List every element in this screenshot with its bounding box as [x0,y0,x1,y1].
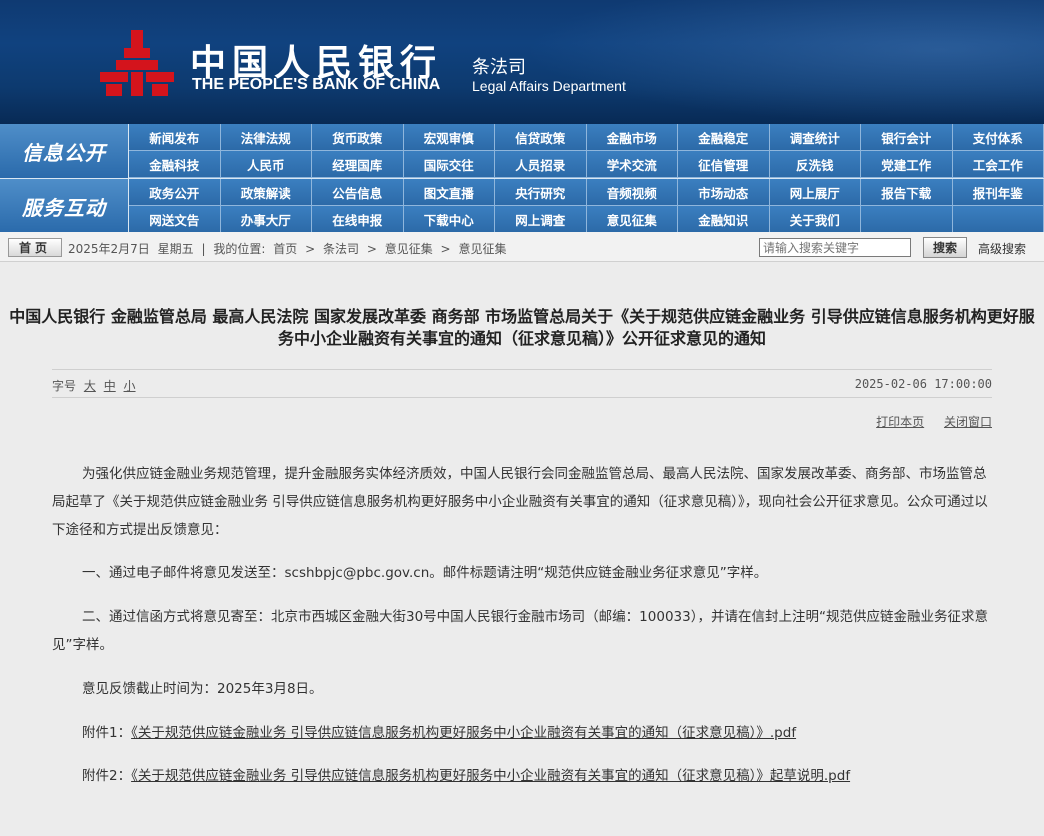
nav-item-service-10[interactable]: 网送文告 [129,206,221,233]
crumb-home[interactable]: 首页 [273,242,297,256]
nav-item-service-6[interactable]: 市场动态 [678,179,770,206]
nav-item-info-8[interactable]: 银行会计 [861,124,953,151]
bank-name-en: THE PEOPLE'S BANK OF CHINA [192,76,441,93]
nav-item-service-12[interactable]: 在线申报 [312,206,404,233]
nav-item-info-4[interactable]: 信贷政策 [495,124,587,151]
nav-item-info-11[interactable]: 人民币 [220,151,312,178]
nav-item-service-9[interactable]: 报刊年鉴 [952,179,1044,206]
current-weekday: 星期五 [157,242,194,256]
close-window-link[interactable]: 关闭窗口 [944,415,992,429]
nav-group-service: 服务互动 政务公开 政策解读 公告信息 图文直播 央行研究 音频视频 市场动态 网上展厅 报告下… [0,179,1044,233]
nav-item-service-2[interactable]: 公告信息 [312,179,404,206]
nav-item-service-0[interactable]: 政务公开 [129,179,221,206]
nav-group-info: 信息公开 新闻发布 法律法规 货币政策 宏观审慎 信贷政策 金融市场 金融稳定 调查统计 银行会… [0,124,1044,178]
nav-item-service-16[interactable]: 金融知识 [678,206,770,233]
nav-item-info-17[interactable]: 反洗钱 [769,151,861,178]
search-button[interactable]: 搜索 [923,237,967,258]
nav-item-service-7[interactable]: 网上展厅 [769,179,861,206]
nav-item-info-13[interactable]: 国际交往 [403,151,495,178]
nav-item-info-7[interactable]: 调查统计 [769,124,861,151]
nav-item-service-8[interactable]: 报告下载 [861,179,953,206]
font-size-large[interactable]: 大 [84,379,96,393]
divider [52,369,992,370]
attachment-1: 附件1：《关于规范供应链金融业务 引导供应链信息服务机构更好服务中小企业融资有关… [52,719,992,747]
nav-item-info-15[interactable]: 学术交流 [586,151,678,178]
nav-group-title-info[interactable]: 信息公开 [0,124,128,178]
crumb-section[interactable]: 意见征集 [385,242,433,256]
crumb-current[interactable]: 意见征集 [458,242,506,256]
nav-item-service-4[interactable]: 央行研究 [495,179,587,206]
nav-item-service-14[interactable]: 网上调查 [495,206,587,233]
breadcrumb-separator: | [201,242,206,256]
home-button[interactable]: 首页 [8,238,62,257]
nav-item-service-19 [952,206,1044,233]
breadcrumb: 2025年2月7日 星期五 | 我的位置: 首页 > 条法司 > 意见征集 > … [68,240,510,257]
nav-item-info-18[interactable]: 党建工作 [861,151,953,178]
attachment-2-link[interactable]: 《关于规范供应链金融业务 引导供应链信息服务机构更好服务中小企业融资有关事宜的通… [131,768,850,784]
nav-items-info: 新闻发布 法律法规 货币政策 宏观审慎 信贷政策 金融市场 金融稳定 调查统计 银行会计 支付体系… [129,124,1044,178]
banner-glow [524,0,1044,124]
attachment-2: 附件2：《关于规范供应链金融业务 引导供应链信息服务机构更好服务中小企业融资有关… [52,762,992,790]
attachment-1-link[interactable]: 《关于规范供应链金融业务 引导供应链信息服务机构更好服务中小企业融资有关事宜的通… [131,725,796,741]
publish-date: 2025-02-06 17:00:00 [854,377,992,391]
nav-item-info-14[interactable]: 人员招录 [495,151,587,178]
divider [52,397,992,398]
search-input[interactable] [759,238,911,257]
nav-item-info-19[interactable]: 工会工作 [952,151,1044,178]
nav-items-service: 政务公开 政策解读 公告信息 图文直播 央行研究 音频视频 市场动态 网上展厅 报告下载 报刊年鉴… [129,179,1044,233]
font-size-selector: 字号 大 中 小 [52,377,136,394]
nav-item-info-12[interactable]: 经理国库 [312,151,404,178]
chevron-right-icon: > [366,242,377,256]
nav-item-info-10[interactable]: 金融科技 [129,151,221,178]
font-size-medium[interactable]: 中 [104,379,116,393]
dept-name-cn: 条法司 [472,57,526,78]
nav-item-info-2[interactable]: 货币政策 [312,124,404,151]
nav-item-info-16[interactable]: 征信管理 [678,151,770,178]
nav-item-info-5[interactable]: 金融市场 [586,124,678,151]
header-banner: 中国人民银行 THE PEOPLE'S BANK OF CHINA 条法司 Le… [0,0,1044,124]
location-label: 我的位置: [213,242,266,256]
nav-item-service-15[interactable]: 意见征集 [586,206,678,233]
nav-item-service-1[interactable]: 政策解读 [220,179,312,206]
chevron-right-icon: > [305,242,316,256]
breadcrumb-bar: 首页 2025年2月7日 星期五 | 我的位置: 首页 > 条法司 > 意见征集… [0,232,1044,262]
nav-item-info-3[interactable]: 宏观审慎 [403,124,495,151]
crumb-dept[interactable]: 条法司 [323,242,359,256]
nav-item-service-18 [861,206,953,233]
print-link[interactable]: 打印本页 [876,415,924,429]
advanced-search-link[interactable]: 高级搜索 [978,240,1026,257]
dept-name-en: Legal Affairs Department [472,78,626,94]
paragraph-intro: 为强化供应链金融业务规范管理，提升金融服务实体经济质效，中国人民银行会同金融监管… [52,466,988,538]
paragraph-email: 一、通过电子邮件将意见发送至：scshbpjc@pbc.gov.cn。邮件标题请… [82,565,768,581]
article-tools: 打印本页 关闭窗口 [860,413,992,430]
nav-item-info-6[interactable]: 金融稳定 [678,124,770,151]
font-size-small[interactable]: 小 [124,379,136,393]
nav-item-service-11[interactable]: 办事大厅 [220,206,312,233]
attachment-2-label: 附件2： [82,768,132,784]
paragraph-mail: 二、通过信函方式将意见寄至：北京市西城区金融大街30号中国人民银行金融市场司（邮… [52,609,988,653]
current-date: 2025年2月7日 [68,242,150,256]
pboc-logo-icon[interactable] [96,28,178,100]
nav-item-service-5[interactable]: 音频视频 [586,179,678,206]
nav-group-title-service[interactable]: 服务互动 [0,179,128,233]
nav-item-info-1[interactable]: 法律法规 [220,124,312,151]
article-title: 中国人民银行 金融监管总局 最高人民法院 国家发展改革委 商务部 市场监管总局关… [9,307,1035,348]
nav-item-service-3[interactable]: 图文直播 [403,179,495,206]
chevron-right-icon: > [440,242,451,256]
font-size-label: 字号 [52,379,77,393]
paragraph-deadline: 意见反馈截止时间为：2025年3月8日。 [82,681,323,697]
attachment-1-label: 附件1： [82,725,132,741]
nav-item-info-0[interactable]: 新闻发布 [129,124,221,151]
nav-item-info-9[interactable]: 支付体系 [952,124,1044,151]
nav-item-service-17[interactable]: 关于我们 [769,206,861,233]
nav-item-service-13[interactable]: 下载中心 [403,206,495,233]
main-nav: 信息公开 新闻发布 法律法规 货币政策 宏观审慎 信贷政策 金融市场 金融稳定 调查统计 银行会… [0,124,1044,233]
